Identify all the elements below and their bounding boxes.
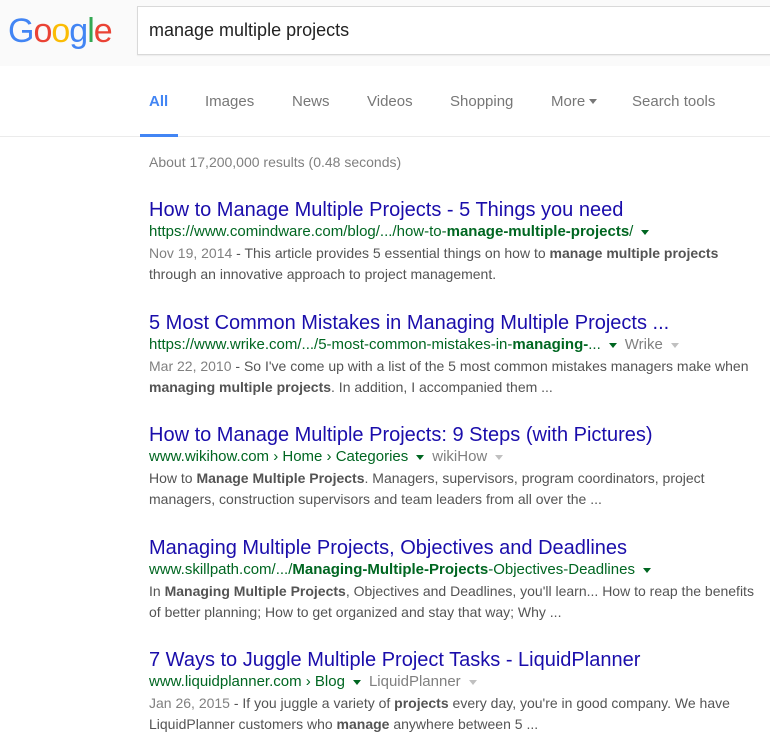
tab-images[interactable]: Images <box>205 93 254 110</box>
site-name: Wrike <box>624 336 663 353</box>
snippet-text: . In addition, I accompanied them ... <box>331 379 553 395</box>
url-bold: Managing-Multiple-Projects <box>292 561 489 578</box>
search-input[interactable] <box>149 20 749 41</box>
result-date: Nov 19, 2014 <box>149 245 233 261</box>
search-result: 7 Ways to Juggle Multiple Project Tasks … <box>149 648 764 735</box>
result-date: Mar 22, 2010 <box>149 358 232 374</box>
snippet-text: - This article provides 5 essential thin… <box>232 245 550 261</box>
url-text: -Objectives-Deadlines <box>488 561 635 578</box>
dropdown-arrow-icon[interactable] <box>641 229 650 235</box>
result-snippet: Nov 19, 2014 - This article provides 5 e… <box>149 243 764 285</box>
tab-search-tools[interactable]: Search tools <box>632 93 715 110</box>
dropdown-arrow-icon[interactable] <box>670 342 679 348</box>
result-title-link[interactable]: Managing Multiple Projects, Objectives a… <box>149 536 764 560</box>
dropdown-arrow-icon[interactable] <box>416 454 425 460</box>
snippet-bold: manage multiple projects <box>549 245 719 261</box>
snippet-bold: Managing Multiple Projects <box>164 583 346 599</box>
result-title-link[interactable]: How to Manage Multiple Projects: 9 Steps… <box>149 423 764 447</box>
site-name: wikiHow <box>432 448 488 465</box>
dropdown-arrow-icon[interactable] <box>352 679 361 685</box>
search-result: Managing Multiple Projects, Objectives a… <box>149 536 764 623</box>
result-snippet: In Managing Multiple Projects, Objective… <box>149 581 764 623</box>
result-stats: About 17,200,000 results (0.48 seconds) <box>149 154 402 170</box>
dropdown-arrow-icon[interactable] <box>468 679 477 685</box>
url-text: www.liquidplanner.com › Blog <box>149 673 345 690</box>
snippet-text: In <box>149 583 165 599</box>
result-snippet: Mar 22, 2010 - So I've come up with a li… <box>149 356 764 398</box>
url-text: ... <box>588 336 601 353</box>
dropdown-arrow-icon[interactable] <box>495 454 504 460</box>
url-bold: manage-multiple-projects <box>446 223 630 240</box>
snippet-text: How to <box>149 470 197 486</box>
search-result: How to Manage Multiple Projects - 5 Thin… <box>149 198 764 285</box>
result-snippet: Jan 26, 2015 - If you juggle a variety o… <box>149 693 764 735</box>
tab-more-label: More <box>551 93 586 110</box>
result-url: https://www.comindware.com/blog/.../how-… <box>149 222 764 242</box>
logo-letter: o <box>51 12 70 50</box>
snippet-text: through an innovative approach to projec… <box>149 266 497 282</box>
tab-more[interactable]: More <box>551 93 598 110</box>
snippet-text: - So I've come up with a list of the 5 m… <box>231 358 749 374</box>
snippet-text: - If you juggle a variety of <box>229 695 395 711</box>
logo-letter: G <box>8 12 34 50</box>
snippet-bold: managing multiple projects <box>149 379 332 395</box>
result-url: www.liquidplanner.com › Blog LiquidPlann… <box>149 672 764 692</box>
tab-videos[interactable]: Videos <box>367 93 413 110</box>
tab-news[interactable]: News <box>292 93 330 110</box>
result-title-link[interactable]: How to Manage Multiple Projects - 5 Thin… <box>149 198 764 222</box>
logo-letter: g <box>69 12 88 50</box>
url-text: www.skillpath.com/.../ <box>149 561 293 578</box>
result-title-link[interactable]: 7 Ways to Juggle Multiple Project Tasks … <box>149 648 764 672</box>
header: Google <box>0 0 770 66</box>
result-title-link[interactable]: 5 Most Common Mistakes in Managing Multi… <box>149 311 764 335</box>
url-text: https://www.wrike.com/.../5-most-common-… <box>149 336 513 353</box>
url-text: https://www.comindware.com/blog/.../how-… <box>149 223 447 240</box>
logo-letter: o <box>33 12 52 50</box>
result-url: www.wikihow.com › Home › Categories wiki… <box>149 447 764 467</box>
dropdown-arrow-icon[interactable] <box>642 567 651 573</box>
snippet-text: anywhere between 5 ... <box>389 716 539 732</box>
result-date: Jan 26, 2015 <box>149 695 230 711</box>
google-logo[interactable]: Google <box>8 12 113 50</box>
snippet-bold: projects <box>394 695 449 711</box>
snippet-bold: Manage Multiple Projects <box>196 470 365 486</box>
url-text: www.wikihow.com › Home › Categories <box>149 448 409 465</box>
search-tabs: All Images News Videos Shopping More Sea… <box>0 66 770 137</box>
result-snippet: How to Manage Multiple Projects. Manager… <box>149 468 764 510</box>
site-name: LiquidPlanner <box>368 673 461 690</box>
active-tab-indicator <box>140 134 178 137</box>
tab-shopping[interactable]: Shopping <box>450 93 513 110</box>
logo-letter: e <box>93 12 113 50</box>
snippet-bold: manage <box>336 716 390 732</box>
search-result: 5 Most Common Mistakes in Managing Multi… <box>149 311 764 398</box>
url-bold: managing- <box>512 336 589 353</box>
search-box[interactable] <box>137 6 770 55</box>
result-url: https://www.wrike.com/.../5-most-common-… <box>149 335 764 355</box>
dropdown-arrow-icon[interactable] <box>608 342 617 348</box>
result-url: www.skillpath.com/.../Managing-Multiple-… <box>149 560 764 580</box>
search-result: How to Manage Multiple Projects: 9 Steps… <box>149 423 764 510</box>
tab-all[interactable]: All <box>149 93 168 110</box>
chevron-down-icon <box>589 98 598 104</box>
url-text: / <box>629 223 634 240</box>
